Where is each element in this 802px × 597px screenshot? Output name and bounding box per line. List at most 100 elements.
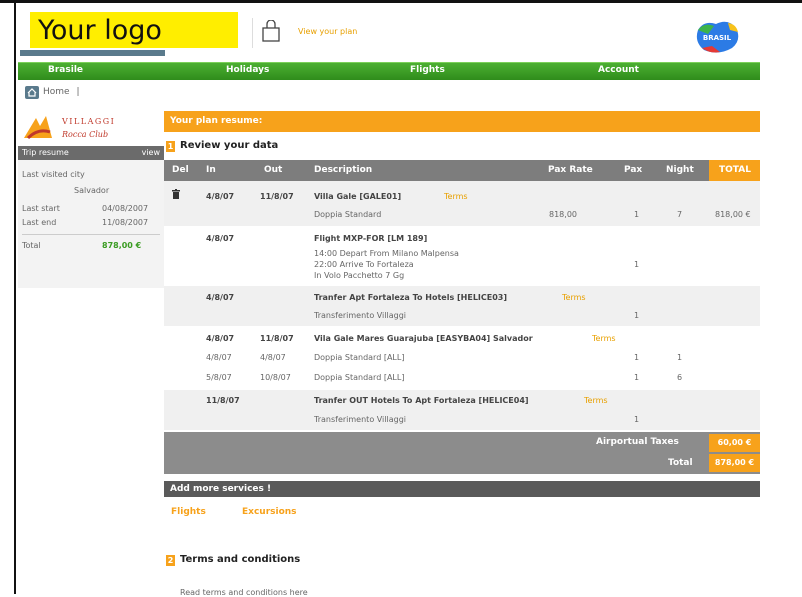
row4-line1-pax: 1 bbox=[634, 353, 640, 362]
table-row: 4/8/07 11/8/07 Vila Gale Mares Guarajuba… bbox=[164, 326, 760, 390]
row3-desc: Tranfer Apt Fortaleza To Hotels [HELICE0… bbox=[314, 293, 508, 302]
row5-in: 11/8/07 bbox=[206, 396, 240, 405]
row1-in: 4/8/07 bbox=[206, 192, 235, 201]
add-services-bar: Add more services ! bbox=[164, 481, 760, 497]
site-logo[interactable]: Your logo bbox=[30, 12, 238, 48]
last-end-label: Last end bbox=[22, 218, 57, 227]
row2-sub3: In Volo Pacchetto 7 Gg bbox=[314, 271, 405, 280]
row2-pax: 1 bbox=[634, 260, 640, 269]
row2-in: 4/8/07 bbox=[206, 234, 235, 243]
table-row: 4/8/07 Flight MXP-FOR [LM 189] 14:00 Dep… bbox=[164, 226, 760, 286]
row5-sub: Transferimento Villaggi bbox=[314, 415, 406, 424]
table-header: Del In Out Description Pax Rate Pax Nigh… bbox=[164, 160, 760, 181]
table-row: 4/8/07 Tranfer Apt Fortaleza To Hotels [… bbox=[164, 286, 760, 326]
add-excursions-link[interactable]: Excursions bbox=[242, 507, 297, 517]
row4-line1-out: 4/8/07 bbox=[260, 353, 286, 362]
grand-total-label: Total bbox=[668, 458, 693, 468]
step-2-badge: 2 bbox=[166, 555, 175, 566]
th-del: Del bbox=[172, 165, 189, 175]
row3-terms-link[interactable]: Terms bbox=[562, 293, 586, 302]
nav-flights[interactable]: Flights bbox=[410, 65, 445, 75]
sidebar-total-value: 878,00 € bbox=[102, 241, 142, 250]
trip-resume-view-link[interactable]: view bbox=[142, 148, 160, 157]
th-description: Description bbox=[314, 165, 373, 175]
window-top-border bbox=[0, 0, 802, 3]
row4-line2-pax: 1 bbox=[634, 373, 640, 382]
grand-total-value: 878,00 € bbox=[709, 454, 760, 472]
brasil-logo: BRASIL bbox=[696, 21, 739, 53]
window-left-border bbox=[14, 0, 16, 594]
trash-icon[interactable] bbox=[172, 189, 180, 199]
row1-out: 11/8/07 bbox=[260, 192, 294, 201]
row4-line2-night: 6 bbox=[677, 373, 683, 382]
table-row: 11/8/07 Tranfer OUT Hotels To Apt Fortal… bbox=[164, 390, 760, 430]
row4-line1-desc: Doppia Standard [ALL] bbox=[314, 353, 405, 362]
th-total-cell: TOTAL bbox=[709, 160, 760, 181]
airport-taxes-value: 60,00 € bbox=[709, 434, 760, 452]
row4-line2-out: 10/8/07 bbox=[260, 373, 291, 382]
row4-out: 11/8/07 bbox=[260, 334, 294, 343]
view-plan-label: View your plan bbox=[298, 27, 358, 36]
terms-text: Read terms and conditions here bbox=[180, 588, 308, 597]
row3-in: 4/8/07 bbox=[206, 293, 235, 302]
row5-desc: Tranfer OUT Hotels To Apt Fortaleza [HEL… bbox=[314, 396, 529, 405]
totals-bar: Airportual Taxes 60,00 € Total 878,00 € bbox=[164, 432, 760, 474]
th-in: In bbox=[206, 165, 216, 175]
terms-title: Terms and conditions bbox=[180, 554, 301, 565]
row3-pax: 1 bbox=[634, 311, 640, 320]
row4-desc: Vila Gale Mares Guarajuba [EASYBA04] Sal… bbox=[314, 334, 533, 343]
row4-in: 4/8/07 bbox=[206, 334, 235, 343]
row1-terms-link[interactable]: Terms bbox=[444, 192, 468, 201]
nav-holidays[interactable]: Holidays bbox=[226, 65, 269, 75]
last-start-value: 04/08/2007 bbox=[102, 204, 149, 213]
last-city-label: Last visited city bbox=[22, 170, 85, 179]
row3-sub: Transferimento Villaggi bbox=[314, 311, 406, 320]
add-flights-link[interactable]: Flights bbox=[171, 507, 206, 517]
th-total: TOTAL bbox=[719, 165, 751, 175]
breadcrumb: Home | bbox=[25, 87, 80, 97]
th-out: Out bbox=[264, 165, 283, 175]
row4-line2-in: 5/8/07 bbox=[206, 373, 232, 382]
nav-account[interactable]: Account bbox=[598, 65, 639, 75]
row1-night: 7 bbox=[677, 210, 683, 219]
trip-resume-header: Trip resume view bbox=[18, 146, 164, 160]
airport-taxes-label: Airportual Taxes bbox=[596, 437, 679, 447]
logo-stripe bbox=[20, 50, 165, 56]
plan-resume-bar: Your plan resume: bbox=[164, 111, 760, 132]
club-logo-line2: Rocca Club bbox=[61, 130, 108, 139]
row5-terms-link[interactable]: Terms bbox=[584, 396, 608, 405]
club-logo-line1: VILLAGGI bbox=[61, 117, 115, 126]
row5-pax: 1 bbox=[634, 415, 640, 424]
villaggi-club-logo: VILLAGGI Rocca Club bbox=[24, 116, 115, 140]
th-night: Night bbox=[666, 165, 694, 175]
row4-line1-night: 1 bbox=[677, 353, 683, 362]
shopping-bag-icon bbox=[262, 20, 280, 42]
row4-line2-desc: Doppia Standard [ALL] bbox=[314, 373, 405, 382]
plan-resume-title: Your plan resume: bbox=[170, 116, 263, 126]
table-row: 4/8/07 11/8/07 Villa Gale [GALE01] Terms… bbox=[164, 181, 760, 226]
row2-sub2: 22:00 Arrive To Fortaleza bbox=[314, 260, 414, 269]
main-nav: Brasile Holidays Flights Account bbox=[18, 62, 760, 80]
view-plan-link[interactable]: View your plan bbox=[252, 18, 503, 48]
last-end-value: 11/08/2007 bbox=[102, 218, 149, 227]
review-title: Review your data bbox=[180, 140, 279, 151]
th-pax-rate: Pax Rate bbox=[548, 165, 593, 175]
sidebar-total-label: Total bbox=[22, 241, 41, 250]
nav-brasile[interactable]: Brasile bbox=[48, 65, 83, 75]
breadcrumb-home[interactable]: Home bbox=[43, 87, 70, 97]
trip-resume-title: Trip resume bbox=[22, 148, 69, 157]
brasil-logo-text: BRASIL bbox=[703, 34, 732, 42]
row4-terms-link[interactable]: Terms bbox=[592, 334, 616, 343]
add-services-title: Add more services ! bbox=[170, 484, 272, 494]
row1-pax: 1 bbox=[634, 210, 640, 219]
row1-total: 818,00 € bbox=[715, 210, 751, 219]
sidebar-divider bbox=[22, 234, 160, 235]
row1-pax-rate: 818,00 bbox=[549, 210, 577, 219]
row2-desc: Flight MXP-FOR [LM 189] bbox=[314, 234, 428, 243]
th-pax: Pax bbox=[624, 165, 643, 175]
step-1-badge: 1 bbox=[166, 141, 175, 152]
row4-line1-in: 4/8/07 bbox=[206, 353, 232, 362]
breadcrumb-separator: | bbox=[76, 87, 80, 97]
trip-resume-panel: Last visited city Salvador Last start 04… bbox=[18, 160, 164, 288]
row1-desc: Villa Gale [GALE01] bbox=[314, 192, 402, 201]
